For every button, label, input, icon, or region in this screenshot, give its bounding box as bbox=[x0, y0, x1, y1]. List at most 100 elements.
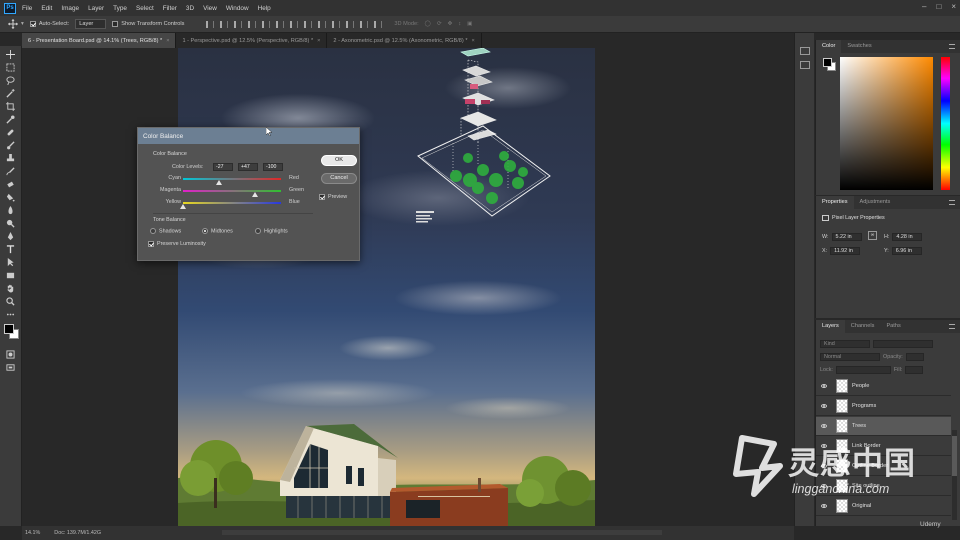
close-tab-icon[interactable]: × bbox=[166, 38, 169, 44]
screen-mode-icon[interactable] bbox=[5, 363, 16, 372]
preserve-luminosity-checkbox[interactable]: Preserve Luminosity bbox=[148, 241, 206, 247]
blend-mode-dropdown[interactable]: Normal bbox=[820, 352, 880, 361]
ok-button[interactable]: OK bbox=[321, 155, 357, 166]
magenta-green-thumb[interactable] bbox=[252, 192, 259, 197]
layer-row-programs[interactable]: Programs bbox=[816, 397, 951, 416]
y-input[interactable]: 6.96 in bbox=[891, 247, 922, 255]
width-input[interactable]: 5.22 in bbox=[831, 233, 862, 241]
rectangle-tool-icon[interactable] bbox=[5, 271, 16, 280]
align-top-icon[interactable] bbox=[206, 20, 215, 28]
magenta-green-track[interactable] bbox=[183, 190, 281, 192]
move-tool-icon[interactable] bbox=[5, 50, 16, 59]
yellow-blue-thumb[interactable] bbox=[180, 204, 186, 209]
foreground-color-swatch[interactable] bbox=[823, 58, 832, 67]
auto-select-dropdown[interactable]: Layer bbox=[75, 19, 107, 29]
panel-menu-icon[interactable] bbox=[949, 324, 955, 329]
panel-menu-icon[interactable] bbox=[949, 44, 955, 49]
brush-settings-icon[interactable] bbox=[800, 61, 810, 69]
tone-shadows-radio[interactable]: Shadows bbox=[150, 228, 181, 234]
doc-tab-perspective[interactable]: 1 - Perspective.psd @ 12.5% (Perspective… bbox=[176, 33, 328, 48]
menu-select[interactable]: Select bbox=[136, 5, 154, 12]
layer-row-people[interactable]: People bbox=[816, 377, 951, 396]
doc-tab-axonometric[interactable]: 2 - Axonometric.psd @ 12.5% (Axonometric… bbox=[327, 33, 482, 48]
panel-menu-icon[interactable] bbox=[949, 200, 955, 205]
3d-scale-icon[interactable]: ▣ bbox=[467, 21, 472, 27]
visibility-eye-icon[interactable] bbox=[821, 384, 827, 388]
distribute-vcenter-icon[interactable] bbox=[304, 20, 313, 28]
cyan-red-level-input[interactable]: -27 bbox=[213, 163, 233, 171]
menu-layer[interactable]: Layer bbox=[88, 5, 104, 12]
distribute-left-icon[interactable] bbox=[332, 20, 341, 28]
type-tool-icon[interactable] bbox=[5, 245, 16, 254]
brush-tool-icon[interactable] bbox=[5, 141, 16, 150]
layer-kind-filter[interactable]: Kind bbox=[820, 339, 870, 348]
minimize-icon[interactable]: – bbox=[922, 2, 926, 11]
3d-pan-icon[interactable]: ✥ bbox=[448, 21, 453, 27]
eraser-tool-icon[interactable] bbox=[5, 180, 16, 189]
close-tab-icon[interactable]: × bbox=[472, 38, 475, 44]
path-selection-tool-icon[interactable] bbox=[5, 258, 16, 267]
layer-filter-icons[interactable] bbox=[873, 339, 933, 348]
cyan-red-track[interactable] bbox=[183, 178, 281, 180]
align-right-icon[interactable] bbox=[276, 20, 285, 28]
presentation-board-canvas[interactable] bbox=[178, 48, 595, 526]
opacity-input[interactable] bbox=[905, 352, 924, 361]
menu-file[interactable]: File bbox=[22, 5, 32, 12]
zoom-tool-icon[interactable] bbox=[5, 297, 16, 306]
lasso-tool-icon[interactable] bbox=[5, 76, 16, 85]
zoom-level[interactable]: 14.1% bbox=[25, 530, 40, 536]
auto-align-icon[interactable] bbox=[374, 20, 383, 28]
history-panel-icon[interactable] bbox=[800, 47, 810, 55]
menu-filter[interactable]: Filter bbox=[163, 5, 177, 12]
x-input[interactable]: 11.92 in bbox=[830, 247, 861, 255]
horizontal-scrollbar[interactable] bbox=[222, 530, 662, 535]
clone-stamp-tool-icon[interactable] bbox=[5, 154, 16, 163]
tab-paths[interactable]: Paths bbox=[880, 320, 906, 333]
cancel-button[interactable]: Cancel bbox=[321, 173, 357, 184]
canvas-area[interactable] bbox=[22, 48, 793, 526]
link-dimensions-icon[interactable]: ∞ bbox=[868, 231, 877, 240]
distribute-hcenter-icon[interactable] bbox=[346, 20, 355, 28]
foreground-background-colors[interactable] bbox=[4, 324, 20, 340]
align-vcenter-icon[interactable] bbox=[220, 20, 229, 28]
distribute-right-icon[interactable] bbox=[360, 20, 369, 28]
tab-properties[interactable]: Properties bbox=[816, 196, 854, 209]
blur-tool-icon[interactable] bbox=[5, 206, 16, 215]
crop-tool-icon[interactable] bbox=[5, 102, 16, 111]
tab-swatches[interactable]: Swatches bbox=[841, 40, 877, 53]
foreground-color-swatch[interactable] bbox=[4, 324, 14, 334]
magic-wand-tool-icon[interactable] bbox=[5, 89, 16, 98]
align-left-icon[interactable] bbox=[248, 20, 257, 28]
menu-help[interactable]: Help bbox=[258, 5, 271, 12]
height-input[interactable]: 4.28 in bbox=[892, 233, 923, 241]
tone-midtones-radio[interactable]: Midtones bbox=[202, 228, 233, 234]
tone-highlights-radio[interactable]: Highlights bbox=[255, 228, 288, 234]
more-tools-icon[interactable] bbox=[5, 310, 16, 319]
distribute-top-icon[interactable] bbox=[290, 20, 299, 28]
tab-adjustments[interactable]: Adjustments bbox=[854, 196, 897, 209]
pen-tool-icon[interactable] bbox=[5, 232, 16, 241]
move-tool-preset[interactable]: ▾ bbox=[8, 19, 24, 29]
color-picker-field[interactable] bbox=[840, 57, 933, 190]
preview-checkbox[interactable]: Preview bbox=[319, 194, 347, 200]
auto-select-checkbox[interactable]: Auto-Select: bbox=[29, 21, 69, 27]
menu-3d[interactable]: 3D bbox=[186, 5, 194, 12]
align-hcenter-icon[interactable] bbox=[262, 20, 271, 28]
hue-slider[interactable] bbox=[941, 57, 950, 190]
transform-controls-checkbox[interactable]: Show Transform Controls bbox=[112, 21, 184, 27]
menu-edit[interactable]: Edit bbox=[41, 5, 52, 12]
doc-tab-presentation-board[interactable]: 6 - Presentation Board.psd @ 14.1% (Tree… bbox=[22, 33, 177, 48]
hand-tool-icon[interactable] bbox=[5, 284, 16, 293]
tab-layers[interactable]: Layers bbox=[816, 320, 845, 333]
distribute-bottom-icon[interactable] bbox=[318, 20, 327, 28]
close-icon[interactable]: × bbox=[951, 2, 956, 11]
menu-type[interactable]: Type bbox=[113, 5, 127, 12]
dodge-tool-icon[interactable] bbox=[5, 219, 16, 228]
yellow-blue-level-input[interactable]: -100 bbox=[263, 163, 283, 171]
menu-window[interactable]: Window bbox=[226, 5, 249, 12]
tab-channels[interactable]: Channels bbox=[845, 320, 881, 333]
close-tab-icon[interactable]: × bbox=[317, 38, 320, 44]
layers-scrollbar[interactable] bbox=[952, 430, 957, 520]
3d-orbit-icon[interactable]: ◯ bbox=[425, 21, 431, 27]
align-bottom-icon[interactable] bbox=[234, 20, 243, 28]
